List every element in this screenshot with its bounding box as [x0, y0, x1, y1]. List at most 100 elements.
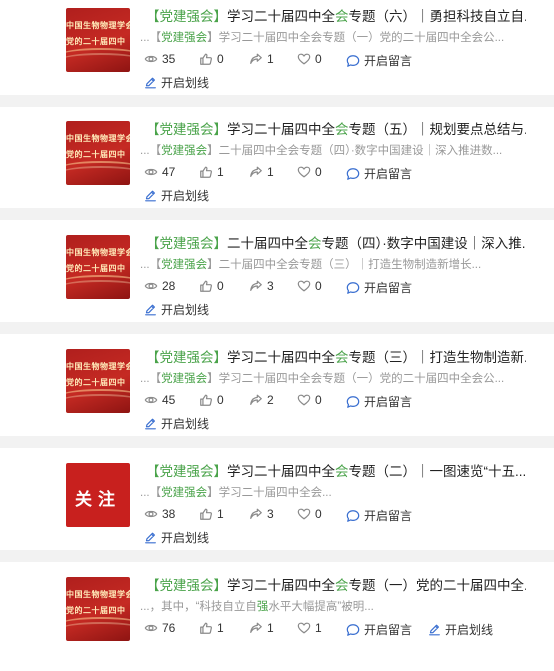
article-thumbnail[interactable]: 中国生物物理学会 党的二十届四中: [66, 8, 130, 72]
article-thumbnail[interactable]: 关注: [66, 463, 130, 527]
enable-underline-button[interactable]: 开启划线: [144, 301, 209, 317]
like-count-value: 0: [217, 393, 224, 407]
thumbnail-text: 关注: [75, 490, 121, 510]
like-count-value: 0: [217, 52, 224, 66]
like-icon: [200, 280, 212, 292]
views-count: 35: [144, 52, 175, 66]
enable-comments-button[interactable]: 开启留言: [346, 507, 412, 524]
title-highlight: 会: [335, 578, 349, 593]
favorite-count[interactable]: 0: [297, 52, 322, 66]
article-title[interactable]: 【党建强会】学习二十届四中全会专题（五）｜规划要点总结与...: [146, 121, 526, 139]
title-text: 学习二十届四中全: [227, 122, 335, 137]
share-count[interactable]: 2: [249, 393, 274, 407]
underline-pen-icon: [145, 304, 156, 315]
article-card[interactable]: 中国生物物理学会 党的二十届四中 【党建强会】学习二十届四中全会专题（五）｜规划要点…: [0, 121, 554, 215]
enable-comments-button[interactable]: 开启留言: [346, 165, 412, 182]
like-count[interactable]: 1: [199, 507, 224, 521]
share-count-value: 1: [267, 165, 274, 179]
article-feed: 中国生物物理学会 党的二十届四中 【党建强会】学习二十届四中全会专题（六）｜勇担科技…: [0, 0, 554, 671]
excerpt-highlight: 党建强会: [161, 259, 208, 271]
title-text: 学习二十届四中全: [227, 464, 335, 479]
title-tag: 【党建强会】: [146, 122, 227, 137]
favorite-count[interactable]: 0: [297, 507, 322, 521]
article-card[interactable]: 中国生物物理学会 党的二十届四中 【党建强会】学习二十届四中全会专题（一）党的二十届…: [0, 577, 554, 671]
article-thumbnail[interactable]: 中国生物物理学会 党的二十届四中: [66, 349, 130, 413]
title-text: 学习二十届四中全: [227, 9, 335, 24]
share-icon: [250, 394, 262, 405]
views-icon: [144, 282, 158, 290]
article-title[interactable]: 【党建强会】二十届四中全会专题（四）·数字中国建设｜深入推...: [146, 235, 526, 253]
comment-icon: [346, 395, 360, 408]
favorite-count[interactable]: 1: [297, 621, 322, 635]
enable-underline-button[interactable]: 开启划线: [144, 187, 209, 203]
enable-underline-button[interactable]: 开启划线: [144, 74, 209, 90]
thumbnail-text: 中国生物物理学会: [66, 248, 130, 257]
enable-underline-button[interactable]: 开启划线: [428, 621, 493, 637]
article-excerpt: ...，其中，“科技自立自强水平大幅提高”被明...: [140, 599, 510, 615]
thumbnail-decoration: [66, 622, 130, 640]
thumbnail-decoration: [66, 394, 130, 412]
comment-icon: [346, 281, 360, 294]
share-count-value: 3: [267, 279, 274, 293]
article-title[interactable]: 【党建强会】学习二十届四中全会专题（六）｜勇担科技自立自...: [146, 8, 526, 26]
excerpt-text: ...【: [140, 487, 162, 499]
thumbnail-text: 中国生物物理学会: [66, 362, 130, 371]
thumbnail-text: 党的二十届四中: [66, 264, 126, 273]
underline-pen-icon: [429, 624, 440, 635]
article-title[interactable]: 【党建强会】学习二十届四中全会专题（三）｜打造生物制造新...: [146, 349, 526, 367]
excerpt-text: ...，其中，“科技自立自: [140, 601, 257, 613]
enable-underline-button[interactable]: 开启划线: [144, 529, 209, 545]
enable-comments-button[interactable]: 开启留言: [346, 393, 412, 410]
excerpt-text: 】二十届四中全会专题（四）·数字中国建设｜深入推进数...: [207, 145, 503, 157]
views-count: 28: [144, 279, 175, 293]
article-title[interactable]: 【党建强会】学习二十届四中全会专题（二）｜一图速览“十五...: [146, 463, 526, 481]
article-excerpt: ...【党建强会】二十届四中全会专题（四）·数字中国建设｜深入推进数...: [140, 143, 510, 159]
share-count[interactable]: 1: [249, 165, 274, 179]
article-thumbnail[interactable]: 中国生物物理学会 党的二十届四中: [66, 577, 130, 641]
like-count[interactable]: 1: [199, 165, 224, 179]
views-icon: [144, 168, 158, 176]
article-thumbnail[interactable]: 中国生物物理学会 党的二十届四中: [66, 235, 130, 299]
thumbnail-decoration: [66, 53, 130, 71]
favorite-count[interactable]: 0: [297, 393, 322, 407]
article-card[interactable]: 关注 【党建强会】学习二十届四中全会专题（二）｜一图速览“十五... ...【党建强…: [0, 463, 554, 557]
excerpt-highlight: 强: [256, 601, 269, 613]
article-title[interactable]: 【党建强会】学习二十届四中全会专题（一）党的二十届四中全...: [146, 577, 526, 595]
underline-pen-icon: [145, 190, 156, 201]
enable-comments-button[interactable]: 开启留言: [346, 52, 412, 69]
enable-comments-button-value: 开启留言: [364, 54, 413, 68]
favorite-count[interactable]: 0: [297, 165, 322, 179]
title-tag: 【党建强会】: [146, 350, 227, 365]
title-highlight: 会: [335, 9, 349, 24]
favorite-count[interactable]: 0: [297, 279, 322, 293]
enable-comments-button[interactable]: 开启留言: [346, 279, 412, 296]
article-thumbnail[interactable]: 中国生物物理学会 党的二十届四中: [66, 121, 130, 185]
share-count[interactable]: 3: [249, 279, 274, 293]
favorite-icon: [297, 394, 311, 406]
excerpt-text: ...【: [140, 259, 162, 271]
share-count-value: 1: [267, 52, 274, 66]
enable-comments-button[interactable]: 开启留言: [346, 621, 412, 638]
views-icon: [144, 510, 158, 518]
like-count[interactable]: 0: [199, 393, 224, 407]
excerpt-highlight: 党建强会: [161, 487, 208, 499]
article-card[interactable]: 中国生物物理学会 党的二十届四中 【党建强会】学习二十届四中全会专题（三）｜打造生物…: [0, 349, 554, 443]
enable-underline-label: 开启划线: [161, 302, 210, 317]
like-count[interactable]: 0: [199, 279, 224, 293]
like-count[interactable]: 0: [199, 52, 224, 66]
article-card[interactable]: 中国生物物理学会 党的二十届四中 【党建强会】学习二十届四中全会专题（六）｜勇担科技…: [0, 8, 554, 102]
share-count[interactable]: 3: [249, 507, 274, 521]
card-separator: [0, 322, 554, 334]
article-card[interactable]: 中国生物物理学会 党的二十届四中 【党建强会】二十届四中全会专题（四）·数字中国建设…: [0, 235, 554, 329]
like-icon: [200, 166, 212, 178]
enable-underline-button[interactable]: 开启划线: [144, 415, 209, 431]
like-count[interactable]: 1: [199, 621, 224, 635]
share-icon: [250, 622, 262, 633]
share-icon: [250, 508, 262, 519]
excerpt-highlight: 党建强会: [161, 373, 208, 385]
favorite-count-value: 0: [315, 165, 322, 179]
title-text: 学习二十届四中全: [227, 578, 335, 593]
share-count[interactable]: 1: [249, 621, 274, 635]
share-count[interactable]: 1: [249, 52, 274, 66]
like-count-value: 1: [217, 621, 224, 635]
